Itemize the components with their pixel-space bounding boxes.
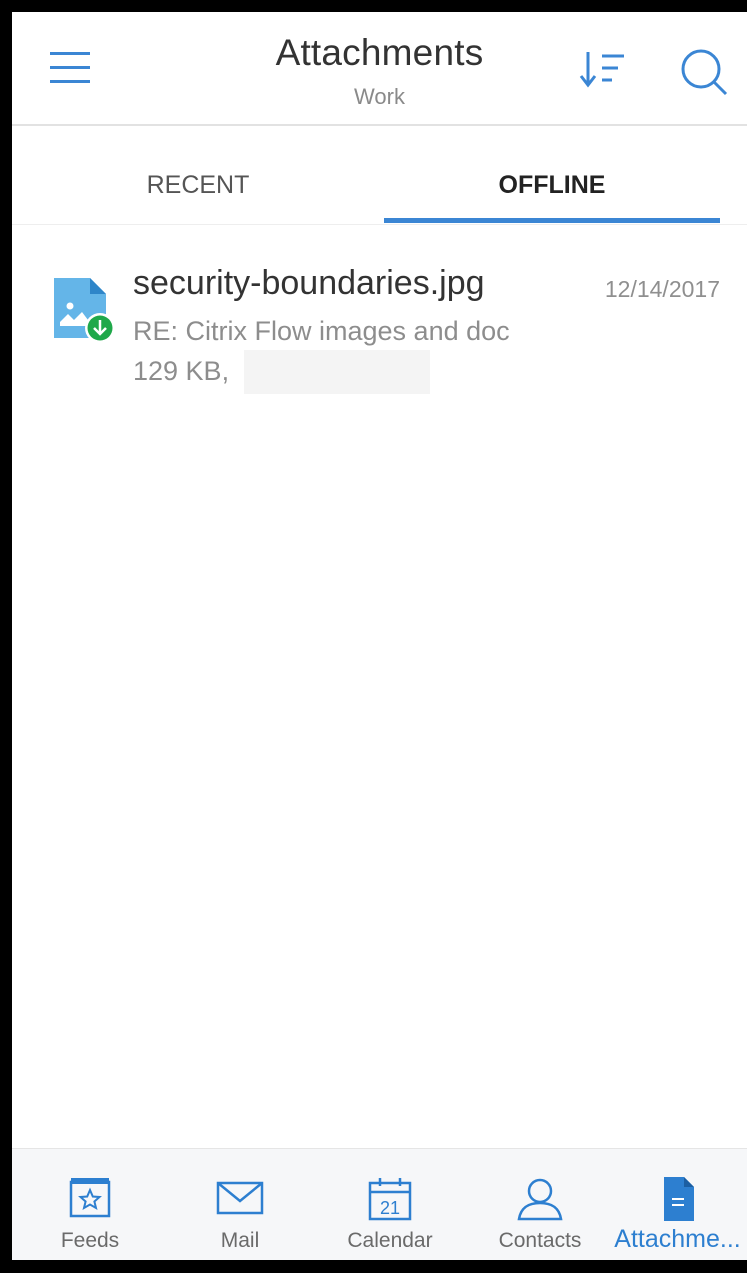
attachments-icon xyxy=(663,1177,694,1221)
attachment-size: 129 KB, xyxy=(133,356,230,386)
tab-bar: RECENT OFFLINE xyxy=(12,126,747,225)
tab-offline[interactable]: OFFLINE xyxy=(384,126,720,224)
page-subtitle: Work xyxy=(354,84,405,109)
sort-icon xyxy=(579,52,624,88)
active-tab-indicator xyxy=(384,218,720,223)
app-screen: Attachments Work RECENT OFFLINE security… xyxy=(12,12,747,1260)
image-file-downloaded-icon xyxy=(52,276,118,346)
nav-calendar[interactable]: 21 Calendar xyxy=(320,1149,460,1260)
contacts-icon xyxy=(517,1178,563,1221)
attachment-email-subject: RE: Citrix Flow images and doc xyxy=(133,316,510,346)
attachment-list-item[interactable]: security-boundaries.jpg 12/14/2017 RE: C… xyxy=(12,242,747,402)
attachment-file-name: security-boundaries.jpg xyxy=(133,264,485,302)
nav-contacts-label: Contacts xyxy=(498,1229,582,1252)
nav-feeds[interactable]: Feeds xyxy=(20,1149,160,1260)
app-header: Attachments Work xyxy=(12,12,747,126)
feeds-icon xyxy=(69,1178,111,1218)
calendar-icon: 21 xyxy=(368,1178,412,1221)
nav-attachments[interactable]: Attachme... xyxy=(608,1149,747,1260)
redacted-sender xyxy=(244,350,430,394)
page-title: Attachments xyxy=(275,32,484,73)
mail-icon xyxy=(216,1181,264,1215)
nav-mail[interactable]: Mail xyxy=(170,1149,310,1260)
calendar-day-number: 21 xyxy=(380,1198,400,1218)
nav-feeds-label: Feeds xyxy=(60,1229,120,1252)
nav-contacts[interactable]: Contacts xyxy=(470,1149,610,1260)
search-icon xyxy=(681,49,728,96)
nav-attachments-label: Attachme... xyxy=(614,1225,741,1253)
nav-mail-label: Mail xyxy=(220,1229,260,1252)
bottom-navigation: Feeds Mail 21 Calendar Contacts Attachme… xyxy=(12,1148,747,1260)
tab-recent[interactable]: RECENT xyxy=(12,126,384,224)
search-button[interactable] xyxy=(676,44,732,100)
nav-calendar-label: Calendar xyxy=(347,1229,433,1252)
sort-button[interactable] xyxy=(578,48,628,92)
attachment-date: 12/14/2017 xyxy=(604,276,720,302)
